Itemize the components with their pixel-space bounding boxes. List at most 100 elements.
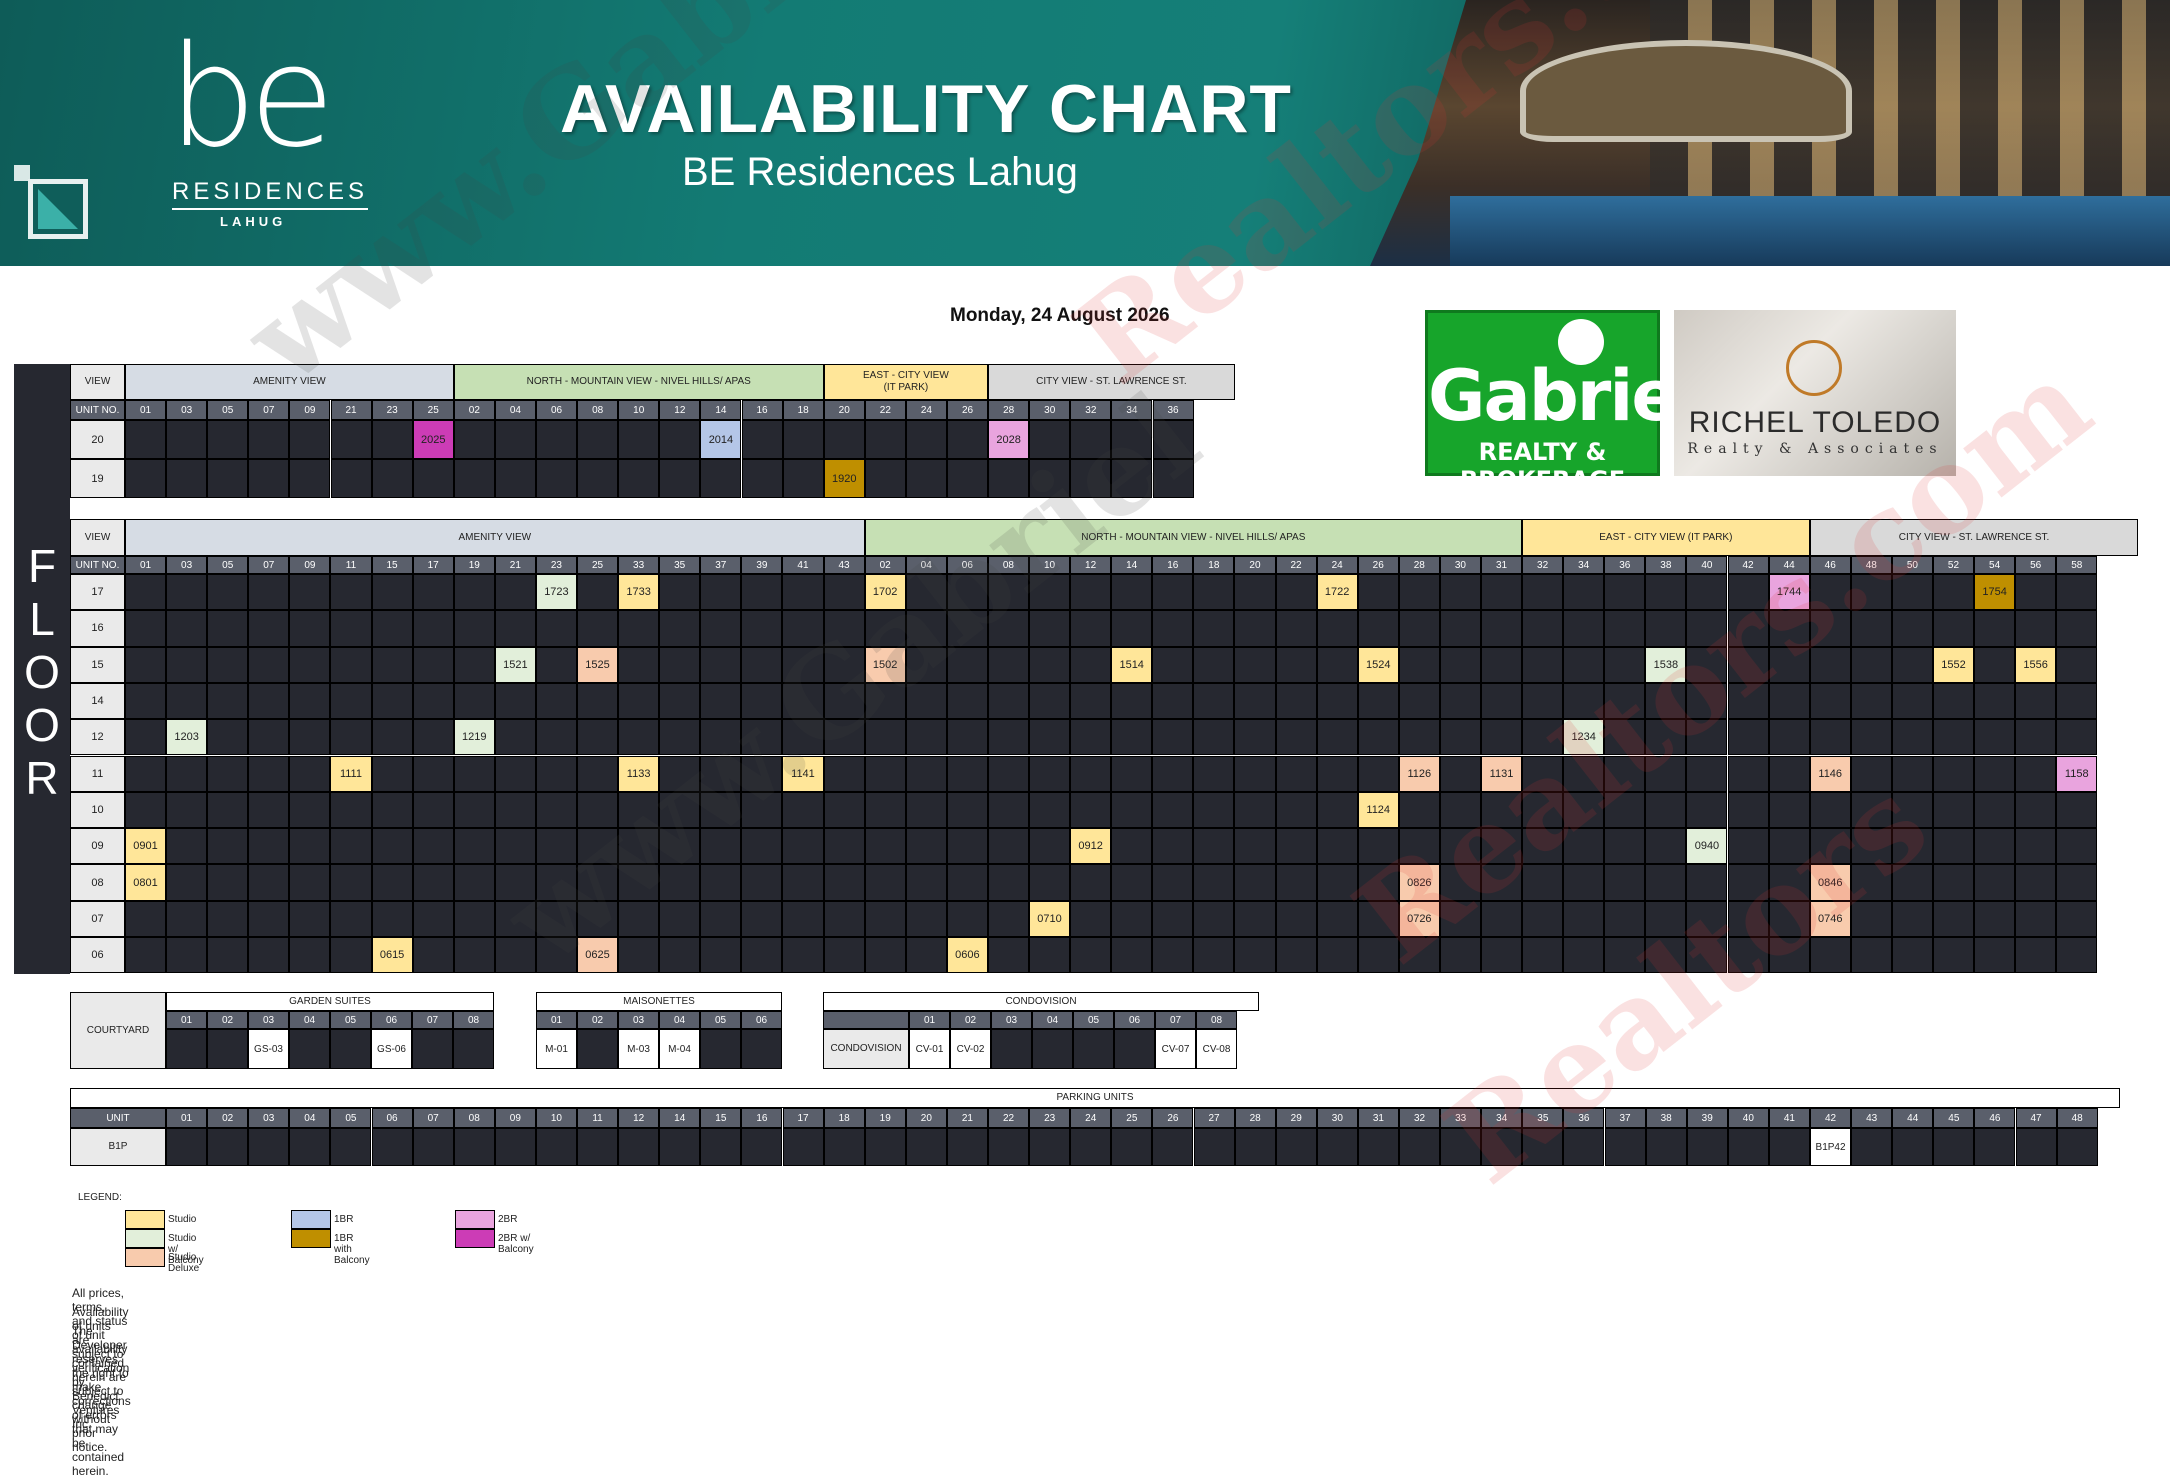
unit-number: 04: [494, 400, 536, 420]
unit-cell[interactable]: 1538: [1645, 646, 1687, 683]
unit-cell[interactable]: 0606: [946, 937, 988, 974]
unit-cell: [905, 828, 947, 865]
unit-cell[interactable]: 1126: [1398, 755, 1440, 792]
garden-suite-cell[interactable]: GS-03: [248, 1029, 289, 1069]
unit-cell[interactable]: 1133: [618, 755, 660, 792]
floor-label: FLOOR: [14, 540, 70, 805]
unit-cell[interactable]: 0846: [1809, 864, 1851, 901]
parking-unit-number: 38: [1645, 1108, 1687, 1128]
unit-cell: [1070, 420, 1112, 459]
unit-cell[interactable]: 1219: [453, 719, 495, 756]
legend-swatch-studio: [125, 1210, 165, 1229]
unit-cell[interactable]: 1111: [330, 755, 372, 792]
unit-cell: [1686, 719, 1728, 756]
unit-cell[interactable]: 1744: [1768, 574, 1810, 611]
unit-cell: [1727, 682, 1769, 720]
unit-cell[interactable]: 1754: [1974, 574, 2016, 611]
unit-cell: [1028, 719, 1071, 756]
unit-cell[interactable]: 0801: [125, 864, 167, 901]
section-header: CITY VIEW - ST. LAWRENCE ST.: [988, 364, 1235, 400]
unit-cell: [207, 864, 249, 901]
unit-cell: [1563, 937, 1605, 974]
unit-number: 22: [864, 400, 906, 420]
unit-cell[interactable]: 1131: [1480, 755, 1523, 792]
unit-cell: [864, 864, 906, 901]
unit-cell: [1316, 828, 1358, 865]
unit-cell: [1850, 900, 1892, 937]
unit-cell[interactable]: 0710: [1028, 900, 1071, 937]
unit-cell: [659, 682, 701, 720]
unit-cell[interactable]: 1733: [618, 574, 660, 611]
unit-number: 19: [453, 556, 495, 574]
unit-cell: [1316, 791, 1358, 829]
condovision-cell[interactable]: CV-08: [1196, 1029, 1237, 1069]
unit-cell[interactable]: 1521: [494, 646, 536, 683]
unit-cell: [576, 574, 619, 611]
unit-cell[interactable]: 1141: [782, 755, 824, 792]
unit-cell: [330, 646, 372, 683]
unit-cell[interactable]: 1556: [2015, 646, 2057, 683]
unit-cell: [1028, 864, 1071, 901]
unit-cell[interactable]: 2014: [700, 420, 742, 459]
unit-cell: [741, 682, 783, 720]
unit-cell[interactable]: 1920: [823, 459, 865, 498]
unit-cell[interactable]: 0940: [1686, 828, 1728, 865]
unit-cell[interactable]: 1524: [1357, 646, 1399, 683]
unit-cell[interactable]: 1146: [1809, 755, 1851, 792]
unit-cell: [1480, 937, 1523, 974]
unit-number: 25: [576, 556, 619, 574]
unit-cell[interactable]: 0912: [1070, 828, 1112, 865]
unit-cell[interactable]: 1158: [2056, 755, 2098, 792]
unit-cell[interactable]: 1552: [1932, 646, 1975, 683]
legend-swatch-br2: [455, 1210, 495, 1229]
logo-be: be: [168, 16, 335, 179]
maisonette-cell[interactable]: M-03: [618, 1029, 659, 1069]
unit-cell[interactable]: 1514: [1111, 646, 1153, 683]
unit-cell[interactable]: 1124: [1357, 791, 1399, 829]
parking-cell[interactable]: B1P42: [1810, 1128, 1852, 1166]
unit-cell: [289, 755, 331, 792]
unit-cell: [946, 682, 988, 720]
unit-cell[interactable]: 2025: [412, 420, 454, 459]
condovision-cell[interactable]: CV-01: [909, 1029, 950, 1069]
unit-cell[interactable]: 1702: [864, 574, 906, 611]
unit-cell[interactable]: 1722: [1316, 574, 1358, 611]
unit-cell[interactable]: 1723: [535, 574, 577, 611]
unit-cell[interactable]: 0746: [1809, 900, 1851, 937]
unit-cell: [987, 755, 1029, 792]
unit-cell: [1974, 791, 2016, 829]
unit-cell: [1563, 755, 1605, 792]
condovision-cell: [991, 1029, 1032, 1069]
unit-cell[interactable]: 1234: [1563, 719, 1605, 756]
unit-cell: [453, 791, 495, 829]
unit-cell[interactable]: 0625: [576, 937, 619, 974]
unit-number: 23: [371, 400, 413, 420]
unit-cell[interactable]: 1525: [576, 646, 619, 683]
unit-cell[interactable]: 0826: [1398, 864, 1440, 901]
garden-suite-cell[interactable]: GS-06: [371, 1029, 412, 1069]
condovision-cell: [1073, 1029, 1114, 1069]
condovision-cell[interactable]: CV-07: [1155, 1029, 1196, 1069]
parking-cell: [864, 1128, 906, 1166]
unit-cell[interactable]: 0726: [1398, 900, 1440, 937]
unit-cell: [659, 719, 701, 756]
maisonette-cell[interactable]: M-04: [659, 1029, 700, 1069]
unit-number: 36: [1604, 556, 1646, 574]
unit-cell[interactable]: 0901: [125, 828, 167, 865]
unit-number: 02: [453, 400, 495, 420]
legend-swatch-br1: [291, 1210, 331, 1229]
unit-cell: [453, 610, 495, 647]
unit-cell[interactable]: 1203: [166, 719, 208, 756]
unit-cell[interactable]: 2028: [988, 420, 1030, 459]
garden-suite-unit: 07: [412, 1011, 453, 1029]
unit-cell: [1850, 610, 1892, 647]
unit-cell: [248, 420, 290, 459]
unit-cell[interactable]: 0615: [371, 937, 413, 974]
unit-cell[interactable]: 1502: [864, 646, 906, 683]
condovision-cell[interactable]: CV-02: [950, 1029, 991, 1069]
condovision-cell: [1032, 1029, 1073, 1069]
unit-cell: [987, 646, 1029, 683]
unit-number: 10: [1028, 556, 1071, 574]
maisonette-cell[interactable]: M-01: [536, 1029, 577, 1069]
unit-cell: [535, 900, 577, 937]
